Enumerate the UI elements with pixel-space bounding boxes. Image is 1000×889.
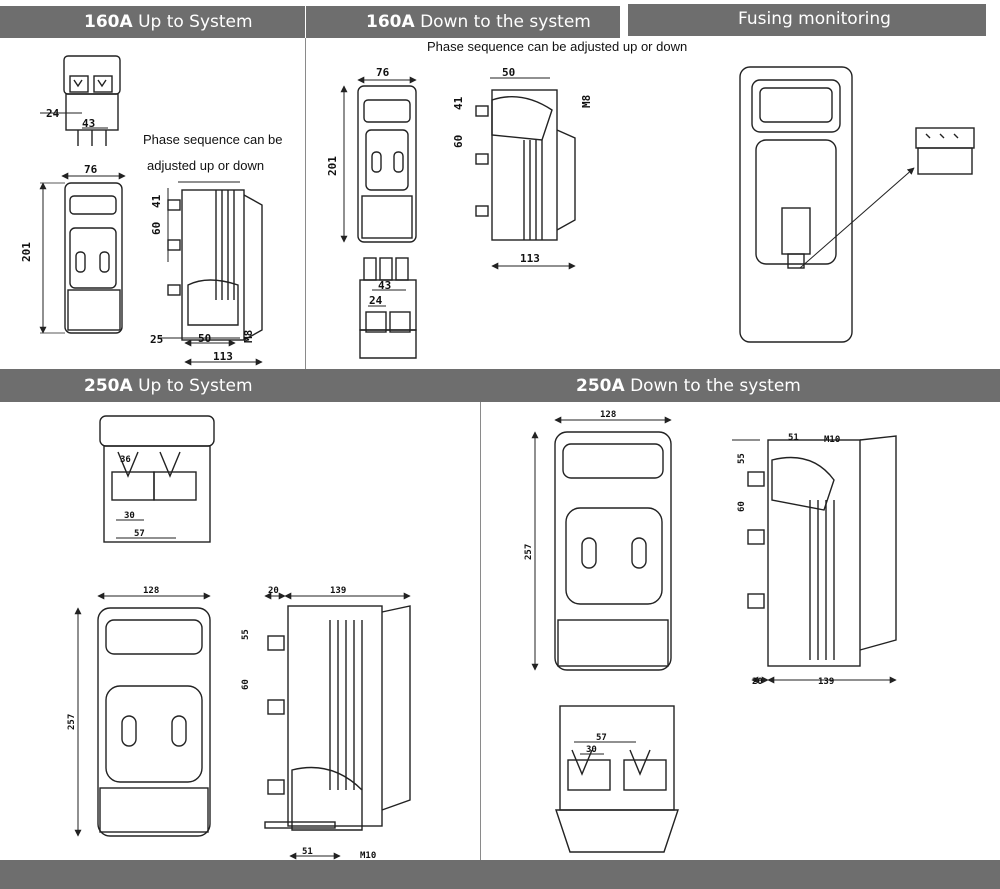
dim-label: M10 [824, 435, 840, 445]
dim-label: M8 [242, 330, 255, 343]
technical-drawings: 24 43 76 201 41 60 25 50 M8 113 76 201 5… [20, 55, 975, 861]
dim-label: 20 [752, 677, 763, 687]
drawing-160a-down-front-view [340, 76, 417, 243]
drawing-250a-up-top-view [99, 415, 215, 543]
dim-label: 20 [268, 586, 279, 596]
dim-label: 51 [302, 847, 313, 857]
dim-label: 24 [46, 107, 60, 120]
dim-label: 57 [596, 733, 607, 743]
dim-label: 201 [20, 242, 33, 262]
drawing-160a-up-top-view [40, 55, 121, 146]
dim-label: 139 [818, 677, 834, 687]
dim-label: 43 [378, 279, 391, 292]
dim-label: M10 [360, 851, 376, 861]
dim-label: 55 [737, 453, 747, 464]
dim-label: 113 [520, 252, 540, 265]
dim-label: 57 [134, 529, 145, 539]
dim-label: 201 [326, 156, 339, 176]
dim-label: 60 [241, 679, 251, 690]
dim-label: 139 [330, 586, 346, 596]
dim-label: 41 [452, 96, 465, 110]
dim-label: 60 [452, 135, 465, 148]
dim-label: 50 [198, 332, 211, 345]
dim-label: 51 [788, 433, 799, 443]
dim-label: 257 [524, 544, 534, 560]
drawing-fusing-monitoring [739, 66, 975, 343]
drawing-250a-up-side-view [264, 592, 411, 860]
dim-label: 113 [213, 350, 233, 363]
drawing-250a-down-front-view [531, 416, 672, 671]
dim-label: 60 [737, 501, 747, 512]
dim-label: 55 [241, 629, 251, 640]
drawing-160a-down-bottom-view [359, 257, 417, 359]
dim-label: 25 [150, 333, 163, 346]
dim-label: 50 [502, 66, 515, 79]
drawing-250a-down-side-view [732, 435, 897, 684]
dim-label: 41 [150, 194, 163, 208]
drawing-250a-down-bottom-view [555, 705, 679, 853]
drawing-250a-up-front-view [74, 592, 211, 837]
dim-label: 24 [369, 294, 383, 307]
dim-label: 128 [600, 410, 616, 420]
dim-label: 76 [376, 66, 390, 79]
dim-label: 76 [84, 163, 98, 176]
drawing-160a-down-side-view [475, 77, 576, 270]
dim-label: 60 [150, 222, 163, 235]
dim-label: 30 [586, 745, 597, 755]
dim-label: 36 [120, 455, 131, 465]
dim-label: M8 [580, 95, 593, 108]
dim-label: 128 [143, 586, 159, 596]
dim-label: 43 [82, 117, 95, 130]
dim-label: 257 [67, 714, 77, 730]
dim-label: 30 [124, 511, 135, 521]
drawing-160a-up-front-view [39, 172, 126, 334]
